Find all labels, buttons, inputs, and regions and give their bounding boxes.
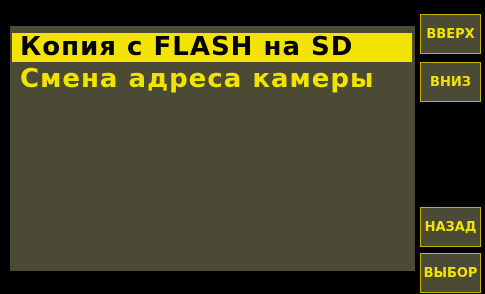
back-button[interactable]: НАЗАД bbox=[420, 207, 481, 247]
down-button[interactable]: ВНИЗ bbox=[420, 62, 481, 102]
menu-list: Копия с FLASH на SD Смена адреса камеры bbox=[12, 33, 412, 94]
up-button[interactable]: ВВЕРХ bbox=[420, 14, 481, 54]
menu-item-copy-flash-to-sd[interactable]: Копия с FLASH на SD bbox=[12, 33, 412, 62]
select-button[interactable]: ВЫБОР bbox=[420, 253, 481, 293]
menu-item-change-camera-address[interactable]: Смена адреса камеры bbox=[12, 65, 412, 94]
